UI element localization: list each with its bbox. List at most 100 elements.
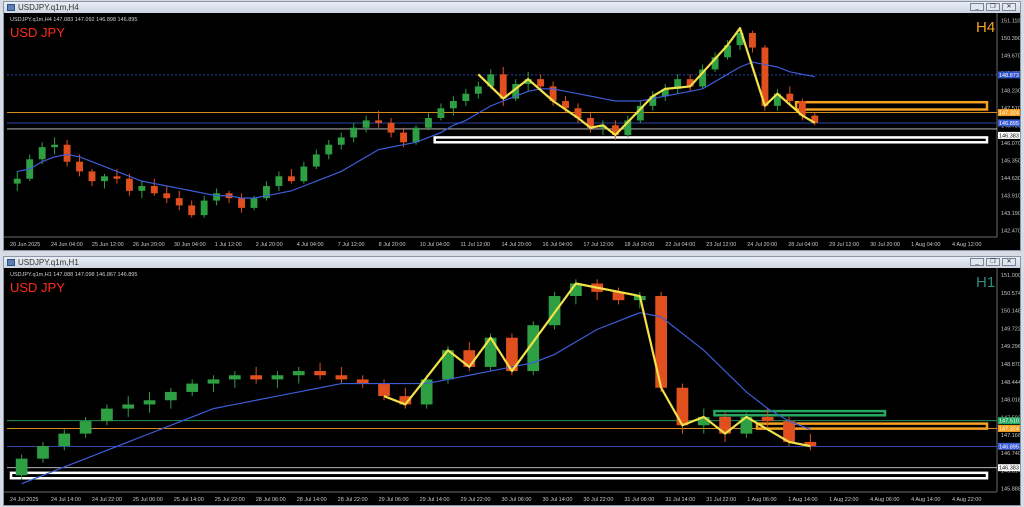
candle-body <box>271 375 284 380</box>
time-tick-label: 28 Jul 04:00 <box>788 242 818 248</box>
candle-body <box>200 200 208 216</box>
time-tick-label: 1 Aug 06:00 <box>747 497 776 503</box>
time-tick-label: 24 Jul 22:00 <box>92 497 122 503</box>
time-tick-label: 10 Jul 04:00 <box>420 242 450 248</box>
candle-body <box>462 93 470 101</box>
time-tick-label: 30 Jul 14:00 <box>542 497 572 503</box>
restore-button[interactable]: ❐ <box>986 258 1000 266</box>
candle-body <box>449 101 457 109</box>
price-tick-label: 150.390 <box>1001 36 1020 42</box>
h4-window-title: USDJPY.q1m,H4 <box>18 3 79 12</box>
price-tick-label: 148.870 <box>1001 362 1020 368</box>
h4-chart-area[interactable]: 151.110150.390149.670148.950148.230147.5… <box>4 13 1020 250</box>
close-button[interactable]: ✕ <box>1002 3 1016 11</box>
candle-body <box>125 178 133 191</box>
candle-body <box>101 408 113 422</box>
time-tick-label: 24 Jul 2025 <box>10 497 38 503</box>
candle-body <box>474 86 482 94</box>
candle-body <box>387 122 395 133</box>
price-tag-text: 147.510 <box>999 419 1019 425</box>
candle-body <box>15 458 28 476</box>
h1-chart-window[interactable]: USDJPY.q1m,H1 _ ❐ ✕ 151.000 150.574 150.14… <box>3 256 1021 506</box>
candle-body <box>425 118 432 128</box>
time-tick-label: 29 Jul 14:00 <box>420 497 450 503</box>
candle-body <box>165 391 177 401</box>
price-tag-text: 146.895 <box>999 444 1019 450</box>
candle-body <box>150 186 158 194</box>
time-tick-label: 30 Jul 06:00 <box>502 497 532 503</box>
candle-body <box>786 93 794 101</box>
chart-window-icon <box>7 4 15 11</box>
time-tick-label: 24 Jul 14:00 <box>51 497 81 503</box>
time-tick-label: 17 Jul 12:00 <box>583 242 613 248</box>
candle-body <box>213 193 221 201</box>
price-tick-label: 149.670 <box>1001 54 1020 60</box>
candle-body <box>400 132 407 143</box>
time-tick-label: 29 Jul 22:00 <box>461 497 491 503</box>
candle-body <box>292 371 305 376</box>
price-tick-label: 143.190 <box>1001 211 1020 217</box>
candle-body <box>51 144 59 148</box>
close-button[interactable]: ✕ <box>1002 258 1016 266</box>
candle-body <box>13 178 21 184</box>
price-tick-label: 145.888 <box>1001 486 1020 492</box>
candle-body <box>437 108 445 118</box>
symbol-label: USD JPY <box>10 25 65 40</box>
time-tick-label: 14 Jul 20:00 <box>502 242 532 248</box>
time-tick-label: 16 Jul 04:00 <box>542 242 572 248</box>
price-tag-text: 147.324 <box>999 426 1019 432</box>
price-tick-label: 148.230 <box>1001 89 1020 95</box>
candle-body <box>188 205 196 216</box>
time-tick-label: 1 Aug 04:00 <box>911 242 940 248</box>
time-tick-label: 2 Jul 20:00 <box>256 242 283 248</box>
candle-body <box>548 296 561 326</box>
price-tag-text: 148.873 <box>999 73 1019 79</box>
time-tick-label: 31 Jul 14:00 <box>665 497 695 503</box>
price-tag-text: 146.383 <box>999 466 1019 472</box>
time-tick-label: 23 Jul 12:00 <box>706 242 736 248</box>
time-tick-label: 25 Jul 06:00 <box>133 497 163 503</box>
candle-body <box>101 176 108 182</box>
time-tick-label: 28 Jul 22:00 <box>338 497 368 503</box>
time-tick-label: 18 Jul 20:00 <box>624 242 654 248</box>
candle-body <box>375 120 383 123</box>
candle-body <box>749 33 756 48</box>
candle-body <box>335 375 348 380</box>
time-tick-label: 7 Jul 12:00 <box>338 242 365 248</box>
candle-body <box>337 137 345 145</box>
time-tick-label: 22 Jul 04:00 <box>665 242 695 248</box>
time-tick-label: 20 Jun 2025 <box>10 242 40 248</box>
time-tick-label: 26 Jun 20:00 <box>133 242 165 248</box>
price-tick-label: 147.166 <box>1001 433 1020 439</box>
price-tag-text: 146.895 <box>999 121 1019 127</box>
h4-window-titlebar[interactable]: USDJPY.q1m,H4 _ ❐ ✕ <box>4 2 1020 13</box>
h1-window-titlebar[interactable]: USDJPY.q1m,H1 _ ❐ ✕ <box>4 257 1020 268</box>
timeframe-label: H1 <box>976 274 995 291</box>
candle-body <box>350 127 358 138</box>
time-tick-label: 24 Jun 04:00 <box>51 242 83 248</box>
timeframe-label: H4 <box>976 19 995 36</box>
h4-chart-window[interactable]: USDJPY.q1m,H4 _ ❐ ✕ 151.110 150.390 149.67… <box>3 1 1021 251</box>
minimize-button[interactable]: _ <box>970 3 984 11</box>
restore-button[interactable]: ❐ <box>986 3 1000 11</box>
candle-body <box>122 404 135 409</box>
time-tick-label: 1 Jul 12:00 <box>215 242 242 248</box>
time-tick-label: 31 Jul 22:00 <box>706 497 736 503</box>
price-tick-label: 143.910 <box>1001 193 1020 199</box>
candle-body <box>37 446 49 459</box>
h1-chart-area[interactable]: 151.000 150.574 150.148 149.722 149.296 148.8… <box>4 268 1020 505</box>
price-tick-label: 144.630 <box>1001 176 1020 182</box>
time-tick-label: 30 Jul 20:00 <box>870 242 900 248</box>
candle-body <box>228 375 241 380</box>
h1-chart-svg[interactable]: 151.000 150.574 150.148 149.722 149.296 148.8… <box>4 268 1020 505</box>
minimize-button[interactable]: _ <box>970 258 984 266</box>
candle-body <box>238 198 245 208</box>
chart-background <box>4 13 1020 250</box>
chart-info-line: USDJPY.q1m,H1 147.088 147.098 146.867 14… <box>10 272 137 278</box>
h4-chart-svg[interactable]: 151.110150.390149.670148.950148.230147.5… <box>4 13 1020 250</box>
time-tick-label: 29 Jul 12:00 <box>829 242 859 248</box>
candle-body <box>138 186 146 191</box>
time-tick-label: 4 Jul 04:00 <box>297 242 324 248</box>
price-tick-label: 146.070 <box>1001 141 1020 147</box>
time-tick-label: 25 Jul 14:00 <box>174 497 204 503</box>
